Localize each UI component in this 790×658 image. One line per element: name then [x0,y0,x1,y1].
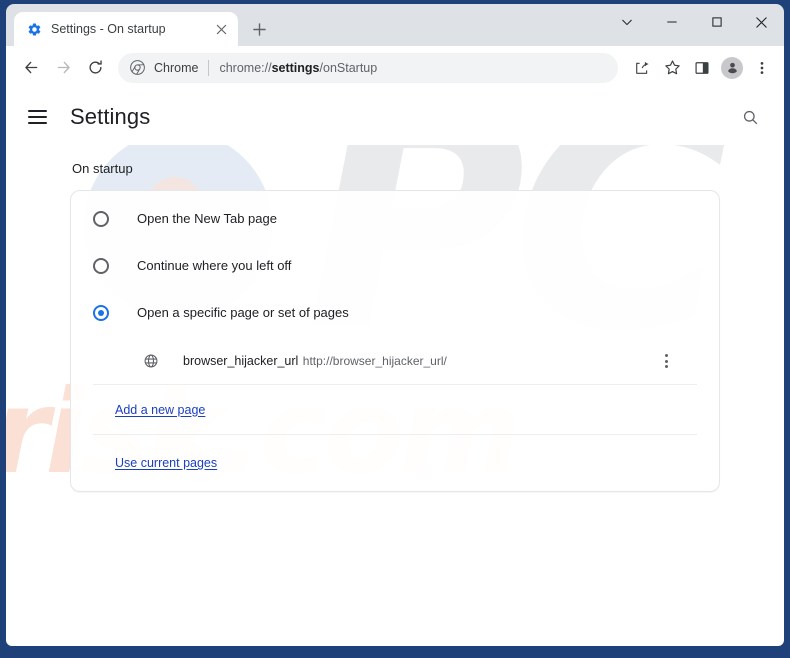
startup-option-specific-pages[interactable]: Open a specific page or set of pages [71,289,719,336]
address-bar[interactable]: Chrome chrome://settings/onStartup [118,52,618,83]
radio-button[interactable] [93,210,109,227]
forward-arrow-icon[interactable] [48,53,78,83]
back-arrow-icon[interactable] [16,53,46,83]
startup-option-label: Open the New Tab page [137,211,277,226]
tab-search-chevron-down-icon[interactable] [604,4,649,40]
settings-content: On startup Open the New Tab page Continu… [6,145,784,492]
section-label: On startup [72,161,133,176]
startup-option-label: Open a specific page or set of pages [137,305,349,320]
close-window-icon[interactable] [739,4,784,40]
startup-page-more-icon[interactable] [653,348,679,374]
startup-page-name: browser_hijacker_url [183,353,299,368]
hamburger-menu-icon[interactable] [28,105,52,129]
use-current-pages-row: Use current pages [93,435,697,491]
maximize-icon[interactable] [694,4,739,40]
startup-page-text: browser_hijacker_url http://browser_hija… [183,352,653,370]
avatar [721,56,743,79]
page-viewport: PC risk.com Settings On startup O [6,89,784,646]
new-tab-button[interactable] [244,14,274,44]
minimize-icon[interactable] [649,4,694,40]
profile-avatar[interactable] [718,54,746,82]
chrome-logo-icon [130,59,146,76]
startup-option-label: Continue where you left off [137,258,292,273]
browser-window: Settings - On startup Chrome chrome://se… [0,0,790,658]
browser-tab[interactable]: Settings - On startup [14,12,238,46]
reload-icon[interactable] [80,53,110,83]
bookmark-star-icon[interactable] [658,54,686,82]
settings-header: Settings [6,89,784,145]
add-new-page-link[interactable]: Add a new page [115,403,205,417]
close-icon[interactable] [212,20,230,38]
share-icon[interactable] [628,54,656,82]
startup-page-url: http://browser_hijacker_url/ [302,353,447,368]
use-current-pages-link[interactable]: Use current pages [115,456,217,470]
browser-toolbar: Chrome chrome://settings/onStartup [6,46,784,89]
omnibox-url: chrome://settings/onStartup [219,61,377,75]
startup-option-new-tab[interactable]: Open the New Tab page [71,195,719,242]
globe-icon [141,351,161,371]
url-suffix: /onStartup [319,60,378,75]
add-new-page-row: Add a new page [93,385,697,435]
window-controls [604,4,784,40]
radio-button[interactable] [93,257,109,274]
url-prefix: chrome:// [219,60,272,75]
on-startup-card: Open the New Tab page Continue where you… [70,190,720,492]
omnibox-divider [208,59,210,76]
page-title: Settings [70,104,151,129]
omnibox-chip-label: Chrome [154,60,199,75]
tab-strip: Settings - On startup [6,4,784,46]
gear-icon [26,21,42,37]
tab-title: Settings - On startup [51,22,166,36]
startup-page-row: browser_hijacker_url http://browser_hija… [93,340,697,385]
chrome-menu-icon[interactable] [748,54,776,82]
search-icon[interactable] [736,103,764,131]
startup-option-continue[interactable]: Continue where you left off [71,242,719,289]
side-panel-icon[interactable] [688,54,716,82]
radio-button-selected[interactable] [93,304,109,321]
url-highlight: settings [271,60,320,75]
